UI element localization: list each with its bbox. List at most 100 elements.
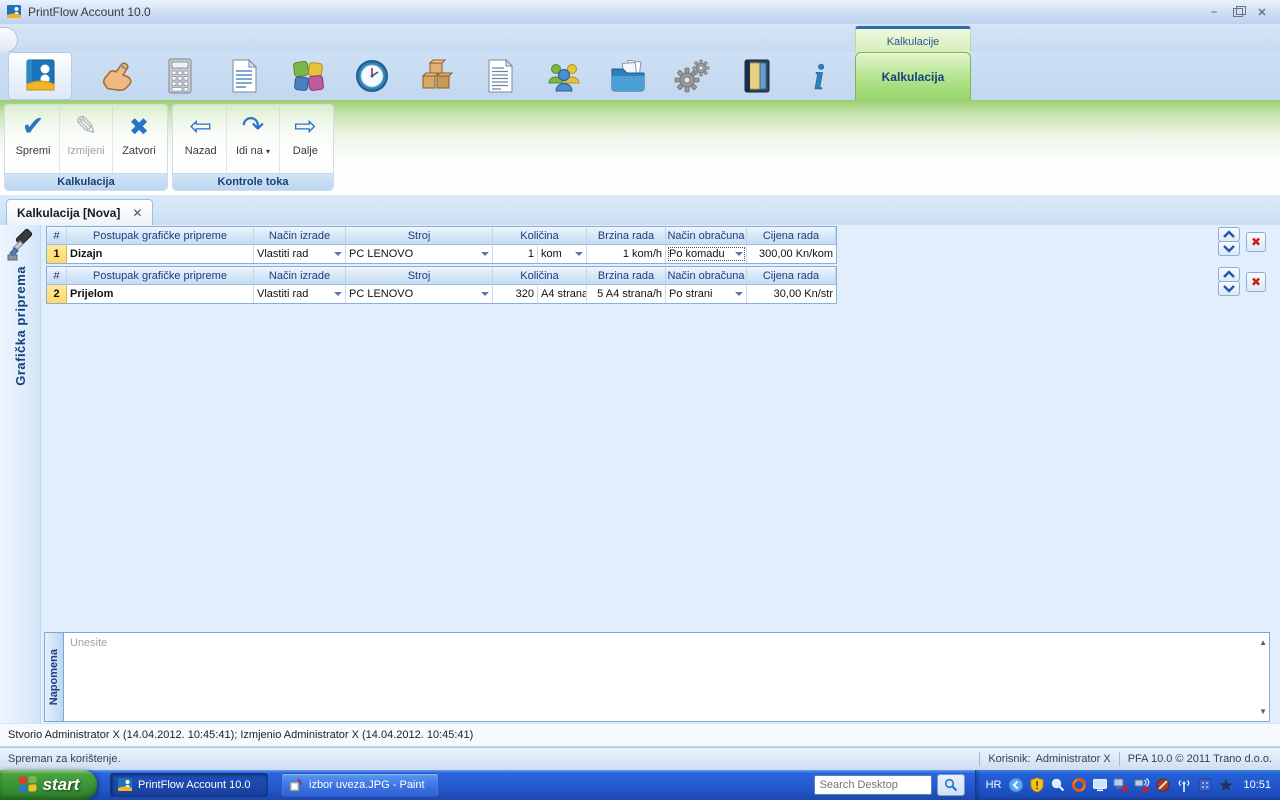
search-go-button[interactable]	[937, 774, 965, 796]
remote-app-icon[interactable]	[1197, 777, 1213, 793]
folder-icon	[608, 56, 648, 96]
group-label-kontrole-toka: Kontrole toka	[173, 173, 333, 190]
table-row-group-2: # Postupak grafičke pripreme Način izrad…	[46, 266, 837, 304]
restore-icon[interactable]	[1230, 5, 1246, 19]
napomena-label-strip: Napomena	[44, 632, 63, 722]
delete-x-icon: ✖	[1251, 275, 1261, 289]
start-button[interactable]: start	[0, 770, 97, 800]
idi-na-button[interactable]: ↷ Idi na ▾	[226, 107, 278, 173]
move-up-button[interactable]	[1218, 267, 1240, 282]
sidebar-label: Grafička priprema	[13, 266, 28, 386]
module-time-button[interactable]	[352, 54, 392, 98]
wireless-disconnected-icon[interactable]	[1134, 777, 1150, 793]
calculation-table: # Postupak grafičke pripreme Način izrad…	[46, 225, 837, 325]
kolicina-input[interactable]: 1	[493, 245, 538, 263]
delete-x-icon: ✖	[1251, 235, 1261, 249]
move-down-button[interactable]	[1218, 241, 1240, 256]
ribbon-tab-row: Kalkulacije	[0, 24, 1280, 53]
tab-close-icon[interactable]: ✕	[132, 206, 142, 220]
language-indicator[interactable]: HR	[986, 779, 1002, 791]
cijena-cell[interactable]: 300,00 Kn/kom	[747, 245, 836, 263]
app-menu-orb[interactable]	[0, 27, 18, 53]
module-info-button[interactable]: i	[800, 54, 840, 98]
row1-delete-button[interactable]: ✖	[1246, 232, 1266, 252]
nacin-izrade-select[interactable]: Vlastiti rad	[254, 245, 346, 263]
security-shield-icon[interactable]	[1029, 777, 1045, 793]
sidebar-grafica-priprema[interactable]: Grafička priprema	[0, 225, 41, 723]
search-tray-icon[interactable]	[1050, 777, 1066, 793]
spremi-button[interactable]: ✔ Spremi	[7, 107, 59, 173]
browser-ring-icon[interactable]	[1071, 777, 1087, 793]
taskbar-item-paint[interactable]: izbor uveza.JPG - Paint	[281, 773, 439, 797]
search-input[interactable]	[814, 775, 932, 795]
col-header-brzina: Brzina rada	[587, 227, 666, 245]
people-icon	[544, 56, 584, 96]
dropdown-arrow-icon	[735, 292, 743, 296]
window-titlebar: PrintFlow Account 10.0 – ✕	[0, 0, 1280, 25]
obracun-select[interactable]: Po strani	[666, 285, 747, 303]
module-ledger-button[interactable]	[736, 54, 776, 98]
nacin-izrade-select[interactable]: Vlastiti rad	[254, 285, 346, 303]
obracun-select[interactable]: Po komadu	[666, 245, 747, 263]
dropdown-arrow-icon	[575, 252, 583, 256]
boxes-icon	[416, 56, 456, 96]
stroj-select[interactable]: PC LENOVO	[346, 285, 493, 303]
cijena-cell[interactable]: 30,00 Kn/str	[747, 285, 836, 303]
dalje-button[interactable]: ⇨ Dalje	[279, 107, 331, 173]
clock: 10:51	[1243, 779, 1271, 791]
status-bar: Spreman za korištenje. Korisnik: Adminis…	[0, 747, 1280, 770]
dropdown-arrow-icon	[735, 252, 743, 256]
postupak-cell[interactable]: Prijelom	[67, 285, 254, 303]
hide-icons-chevron-icon[interactable]	[1008, 777, 1024, 793]
brzina-cell[interactable]: 1 kom/h	[587, 245, 666, 263]
group-label-kalkulacija: Kalkulacija	[5, 173, 167, 190]
module-files-button[interactable]	[608, 54, 648, 98]
ribbon-panel: ✔ Spremi ✎ Izmijeni ✖ Zatvori Kalkulacij…	[0, 100, 1280, 196]
col-header-postupak: Postupak grafičke pripreme	[67, 267, 254, 285]
ledger-book-icon	[736, 56, 776, 96]
taskbar-item-printflow[interactable]: PrintFlow Account 10.0	[110, 773, 268, 797]
invoice-document-icon	[224, 56, 264, 96]
col-header-kolicina: Količina	[493, 267, 587, 285]
module-contacts-button[interactable]	[544, 54, 584, 98]
nazad-button[interactable]: ⇦ Nazad	[175, 107, 226, 173]
scroll-down-icon[interactable]: ▼	[1259, 707, 1267, 716]
blocked-status-icon[interactable]	[1155, 777, 1171, 793]
display-monitor-icon[interactable]	[1092, 777, 1108, 793]
module-catalog-button[interactable]	[8, 52, 72, 100]
close-icon[interactable]: ✕	[1254, 5, 1270, 19]
napomena-section: Napomena ▲ ▼	[44, 632, 1270, 722]
col-header-cijena: Cijena rada	[747, 267, 836, 285]
row2-delete-button[interactable]: ✖	[1246, 272, 1266, 292]
izmijeni-button[interactable]: ✎ Izmijeni	[59, 107, 112, 173]
zatvori-button[interactable]: ✖ Zatvori	[112, 107, 165, 173]
network-disconnected-icon[interactable]	[1113, 777, 1129, 793]
module-puzzle-button[interactable]	[288, 54, 328, 98]
move-down-button[interactable]	[1218, 281, 1240, 296]
wifi-antenna-icon[interactable]	[1176, 777, 1192, 793]
module-documents-button[interactable]	[480, 54, 520, 98]
kolicina-input[interactable]: 320	[493, 285, 538, 303]
jedinica-select[interactable]: A4 strana	[538, 285, 587, 303]
save-check-icon: ✔	[22, 110, 45, 144]
module-inventory-button[interactable]	[416, 54, 456, 98]
module-settings-button[interactable]	[672, 54, 712, 98]
postupak-cell[interactable]: Dizajn	[67, 245, 254, 263]
col-header-obracun: Način obračuna	[666, 267, 747, 285]
module-calculator-button[interactable]	[160, 54, 200, 98]
jedinica-select[interactable]: kom	[538, 245, 587, 263]
module-invoice-button[interactable]	[224, 54, 264, 98]
star-tray-icon[interactable]	[1218, 777, 1234, 793]
minimize-icon[interactable]: –	[1206, 5, 1222, 19]
tab-kalkulacija[interactable]: Kalkulacija	[855, 52, 971, 101]
status-ready-text: Spreman za korištenje.	[8, 753, 121, 765]
scroll-up-icon[interactable]: ▲	[1259, 638, 1267, 647]
module-selection-button[interactable]	[96, 54, 136, 98]
stroj-select[interactable]: PC LENOVO	[346, 245, 493, 263]
app-version-text: PFA 10.0 © 2011 Trano d.o.o.	[1128, 753, 1272, 765]
brzina-cell[interactable]: 5 A4 strana/h	[587, 285, 666, 303]
move-up-button[interactable]	[1218, 227, 1240, 242]
napomena-textarea[interactable]	[63, 632, 1270, 722]
tab-kalkulacija-nova[interactable]: Kalkulacija [Nova] ✕	[6, 199, 153, 225]
col-header-stroj: Stroj	[346, 267, 493, 285]
